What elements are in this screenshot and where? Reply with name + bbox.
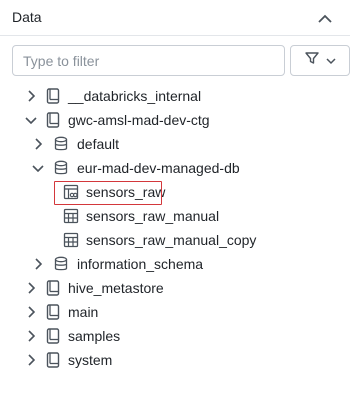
catalog-book-icon bbox=[45, 352, 61, 368]
database-icon bbox=[53, 136, 69, 152]
tree-item-label: main bbox=[68, 304, 99, 320]
tree-item-label: gwc-amsl-mad-dev-ctg bbox=[68, 112, 210, 128]
streaming-table-icon bbox=[63, 184, 79, 200]
tree-item-label: default bbox=[77, 136, 120, 152]
filter-button[interactable] bbox=[290, 45, 350, 76]
tree-item-samples[interactable]: samples bbox=[0, 324, 350, 348]
database-icon bbox=[53, 256, 69, 272]
chevron-right-icon[interactable] bbox=[24, 89, 38, 103]
chevron-right-icon[interactable] bbox=[31, 257, 45, 271]
tree-item-label: samples bbox=[68, 328, 121, 344]
tree-item-sensors-raw[interactable]: sensors_raw bbox=[0, 180, 350, 204]
chevron-right-icon[interactable] bbox=[31, 137, 45, 151]
table-icon bbox=[63, 208, 79, 224]
tree-item-databricks-internal[interactable]: __databricks_internal bbox=[0, 84, 350, 108]
tree-item-label: hive_metastore bbox=[68, 280, 164, 296]
tree-item-eur-mad-dev-managed-db[interactable]: eur-mad-dev-managed-db bbox=[0, 156, 350, 180]
catalog-book-icon bbox=[45, 280, 61, 296]
catalog-book-icon bbox=[45, 304, 61, 320]
tree-item-gwc-amsl-mad-dev-ctg[interactable]: gwc-amsl-mad-dev-ctg bbox=[0, 108, 350, 132]
chevron-right-icon[interactable] bbox=[24, 281, 38, 295]
panel-header: Data bbox=[0, 0, 350, 36]
tree-item-system[interactable]: system bbox=[0, 348, 350, 372]
tree-item-label: system bbox=[68, 352, 113, 368]
chevron-right-icon[interactable] bbox=[24, 353, 38, 367]
tree-item-label: information_schema bbox=[77, 256, 204, 272]
tree-item-label: __databricks_internal bbox=[68, 88, 202, 104]
catalog-book-icon bbox=[45, 112, 61, 128]
database-icon bbox=[53, 160, 69, 176]
tree-item-label: sensors_raw bbox=[86, 184, 166, 200]
chevron-right-icon[interactable] bbox=[24, 329, 38, 343]
tree-item-default[interactable]: default bbox=[0, 132, 350, 156]
catalog-book-icon bbox=[45, 88, 61, 104]
chevron-down-icon bbox=[326, 52, 336, 70]
tree-item-sensors-raw-manual[interactable]: sensors_raw_manual bbox=[0, 204, 350, 228]
chevron-down-icon[interactable] bbox=[31, 161, 45, 175]
tree-item-label: sensors_raw_manual_copy bbox=[86, 232, 257, 248]
tree-item-information-schema[interactable]: information_schema bbox=[0, 252, 350, 276]
tree-item-main[interactable]: main bbox=[0, 300, 350, 324]
filter-funnel-icon bbox=[304, 50, 320, 71]
tree-item-label: sensors_raw_manual bbox=[86, 208, 220, 224]
chevron-up-icon[interactable] bbox=[315, 9, 335, 27]
chevron-right-icon[interactable] bbox=[24, 305, 38, 319]
panel-title: Data bbox=[12, 9, 42, 25]
tree-item-sensors-raw-manual-copy[interactable]: sensors_raw_manual_copy bbox=[0, 228, 350, 252]
chevron-down-icon[interactable] bbox=[24, 113, 38, 127]
filter-input[interactable] bbox=[12, 45, 285, 76]
tree-item-label: eur-mad-dev-managed-db bbox=[77, 160, 240, 176]
catalog-book-icon bbox=[45, 328, 61, 344]
table-icon bbox=[63, 232, 79, 248]
tree-item-hive-metastore[interactable]: hive_metastore bbox=[0, 276, 350, 300]
data-panel: Data __databricks_internal bbox=[0, 0, 350, 400]
filter-row bbox=[12, 45, 350, 76]
